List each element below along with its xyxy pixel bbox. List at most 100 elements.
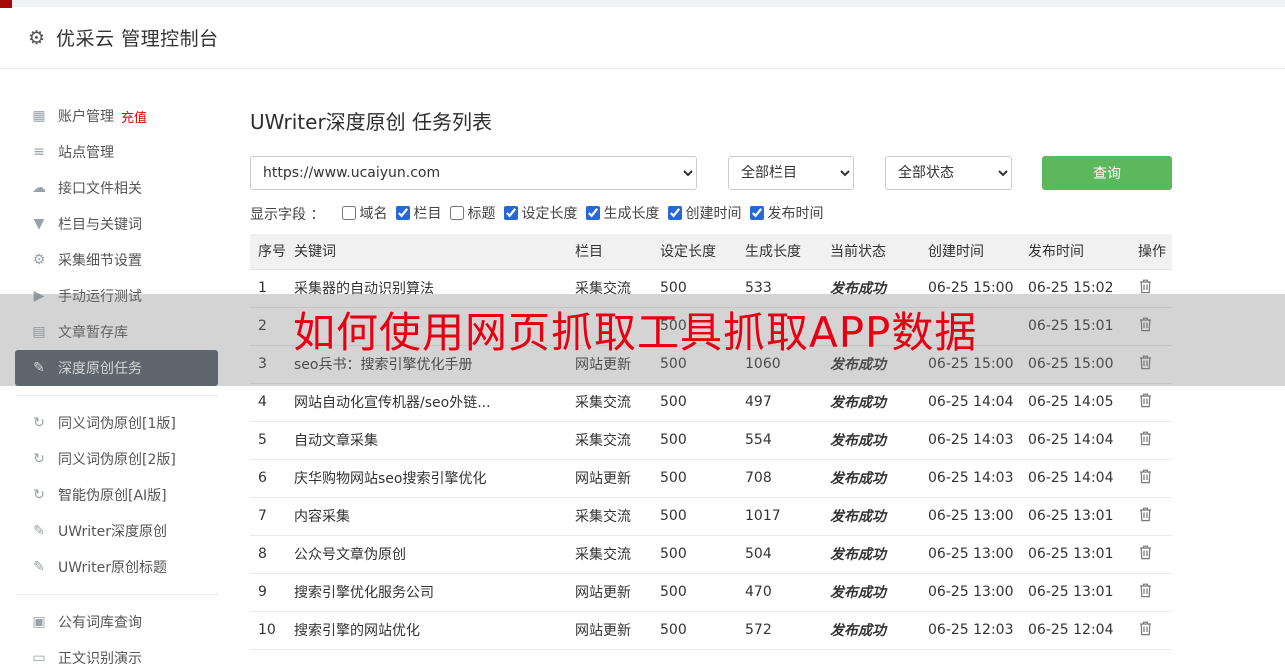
display-field-checkbox[interactable]: 标题 [450, 203, 495, 223]
cell-set_len: 500 [652, 307, 737, 346]
sidebar-item[interactable]: ⚙ 采集细节设置 [15, 242, 218, 278]
delete-icon[interactable] [1138, 544, 1153, 560]
sidebar-item[interactable]: ▦ 账户管理 充值 [15, 98, 218, 134]
cell-set_len: 500 [652, 535, 737, 574]
column-header: 序号 [250, 234, 286, 270]
cell-status: 发布成功 [822, 573, 920, 612]
status-filter-select[interactable]: 全部状态 [885, 156, 1012, 190]
cell-created: 06-25 15:00 [920, 269, 1020, 308]
checkbox-label: 域名 [359, 206, 388, 222]
display-field-checkbox[interactable]: 栏目 [396, 203, 441, 223]
edit-icon: ✎ [33, 523, 45, 539]
display-fields-label: 显示字段 ： [250, 206, 325, 223]
query-button[interactable]: 查询 [1042, 156, 1172, 190]
sidebar-item[interactable]: ≡ 站点管理 [15, 134, 218, 170]
delete-icon[interactable] [1138, 582, 1153, 598]
cell-created: 06-25 15:00 [920, 345, 1020, 384]
table-row: 9 搜索引擎优化服务公司 网站更新 500 470 发布成功 06-25 13:00 06-2… [250, 573, 1172, 612]
sidebar-item[interactable]: ↻ 同义词伪原创[1版] [15, 405, 218, 441]
corner-artifact [0, 0, 12, 8]
display-field-checkbox[interactable]: 域名 [342, 203, 387, 223]
edit-icon: ✎ [33, 360, 45, 376]
checkbox-label: 标题 [467, 206, 496, 222]
delete-icon[interactable] [1138, 468, 1153, 484]
cell-published: 06-25 12:04 [1020, 611, 1130, 650]
checkbox-input[interactable] [504, 206, 519, 220]
recharge-badge[interactable]: 充值 [121, 107, 147, 126]
sidebar-item[interactable]: ▼ 栏目与关键词 [15, 206, 218, 242]
sidebar-item[interactable]: ✎ UWriter深度原创 [15, 513, 218, 549]
cell-created: 06-25 12:03 [920, 611, 1020, 650]
checkbox-input[interactable] [396, 206, 411, 220]
cell-set_len: 500 [652, 383, 737, 422]
delete-icon[interactable] [1138, 506, 1153, 522]
sidebar-item[interactable]: ✎ 深度原创任务 [15, 350, 218, 386]
cell-gen_len: 1017 [737, 497, 822, 536]
filter-controls: https://www.ucaiyun.com 全部栏目 全部状态 查询 [250, 156, 1172, 190]
checkbox-input[interactable] [586, 206, 601, 220]
sidebar-item[interactable]: ▭ 正文识别演示 [15, 640, 218, 671]
display-field-checkbox[interactable]: 设定长度 [504, 203, 577, 223]
checkbox-input[interactable] [668, 206, 683, 220]
sidebar-item-label: 手动运行测试 [58, 289, 142, 305]
checkbox-label: 栏目 [413, 206, 442, 222]
cell-created: 06-25 14:03 [920, 421, 1020, 460]
cell-column: 采集交流 [567, 497, 652, 536]
table-row: 2 500 06-25 15:01 [250, 307, 1172, 346]
sidebar-item[interactable]: ▶ 手动运行测试 [15, 278, 218, 314]
cell-gen_len: 470 [737, 573, 822, 612]
sidebar-item[interactable]: ↻ 智能伪原创[AI版] [15, 477, 218, 513]
cell-status: 发布成功 [822, 383, 920, 422]
table-header-row: 序号 关键词 栏目 设定长度 生成长度 当前状态 创建时间 发布时间 操作 [250, 234, 1172, 270]
column-filter-select[interactable]: 全部栏目 [728, 156, 854, 190]
cell-gen_len: 572 [737, 611, 822, 650]
sidebar-item[interactable]: ▤ 文章暂存库 [15, 314, 218, 350]
bar-chart-icon: ▦ [32, 108, 46, 124]
delete-icon[interactable] [1138, 392, 1153, 408]
display-field-checkbox[interactable]: 发布时间 [750, 203, 823, 223]
checkbox-label: 设定长度 [521, 206, 578, 222]
table-row: 10 搜索引擎的网站优化 网站更新 500 572 发布成功 06-25 12:03 06-2… [250, 611, 1172, 650]
cell-column: 采集交流 [567, 421, 652, 460]
cell-column: 采集交流 [567, 269, 652, 308]
cell-status: 发布成功 [822, 497, 920, 536]
cell-status: 发布成功 [822, 459, 920, 498]
sidebar-item-label: UWriter深度原创 [58, 524, 167, 540]
column-header: 关键词 [286, 234, 567, 270]
cell-published: 06-25 14:05 [1020, 383, 1130, 422]
cell-actions [1130, 421, 1172, 460]
app-title: 优采云 管理控制台 [56, 28, 219, 50]
cell-no: 2 [250, 307, 286, 346]
cell-no: 5 [250, 421, 286, 460]
display-field-checkbox[interactable]: 生成长度 [586, 203, 659, 223]
column-header: 发布时间 [1020, 234, 1130, 270]
delete-icon[interactable] [1138, 316, 1153, 332]
column-header: 创建时间 [920, 234, 1020, 270]
sidebar-item-label: 接口文件相关 [58, 181, 142, 197]
sidebar-item[interactable]: ↻ 同义词伪原创[2版] [15, 441, 218, 477]
checkbox-input[interactable] [750, 206, 765, 220]
checkbox-label: 生成长度 [603, 206, 660, 222]
sidebar-item-label: 同义词伪原创[2版] [58, 452, 176, 468]
display-field-checkbox[interactable]: 创建时间 [668, 203, 741, 223]
gear-icon[interactable]: ⚙ [28, 27, 45, 49]
top-strip [0, 0, 1285, 7]
sidebar-item[interactable]: ✎ UWriter原创标题 [15, 549, 218, 585]
checkbox-input[interactable] [342, 206, 357, 220]
site-select[interactable]: https://www.ucaiyun.com [250, 156, 697, 190]
delete-icon[interactable] [1138, 620, 1153, 636]
checkbox-input[interactable] [450, 206, 465, 220]
delete-icon[interactable] [1138, 278, 1153, 294]
filter-icon: ▼ [33, 216, 45, 232]
sidebar-item[interactable]: ☁ 接口文件相关 [15, 170, 218, 206]
delete-icon[interactable] [1138, 430, 1153, 446]
column-header: 栏目 [567, 234, 652, 270]
refresh-icon: ↻ [33, 415, 45, 431]
delete-icon[interactable] [1138, 354, 1153, 370]
cell-set_len: 500 [652, 573, 737, 612]
cell-published: 06-25 13:01 [1020, 573, 1130, 612]
cell-no: 4 [250, 383, 286, 422]
cell-no: 9 [250, 573, 286, 612]
sidebar-item[interactable]: ▣ 公有词库查询 [15, 604, 218, 640]
sidebar-item-label: 文章暂存库 [58, 325, 128, 341]
